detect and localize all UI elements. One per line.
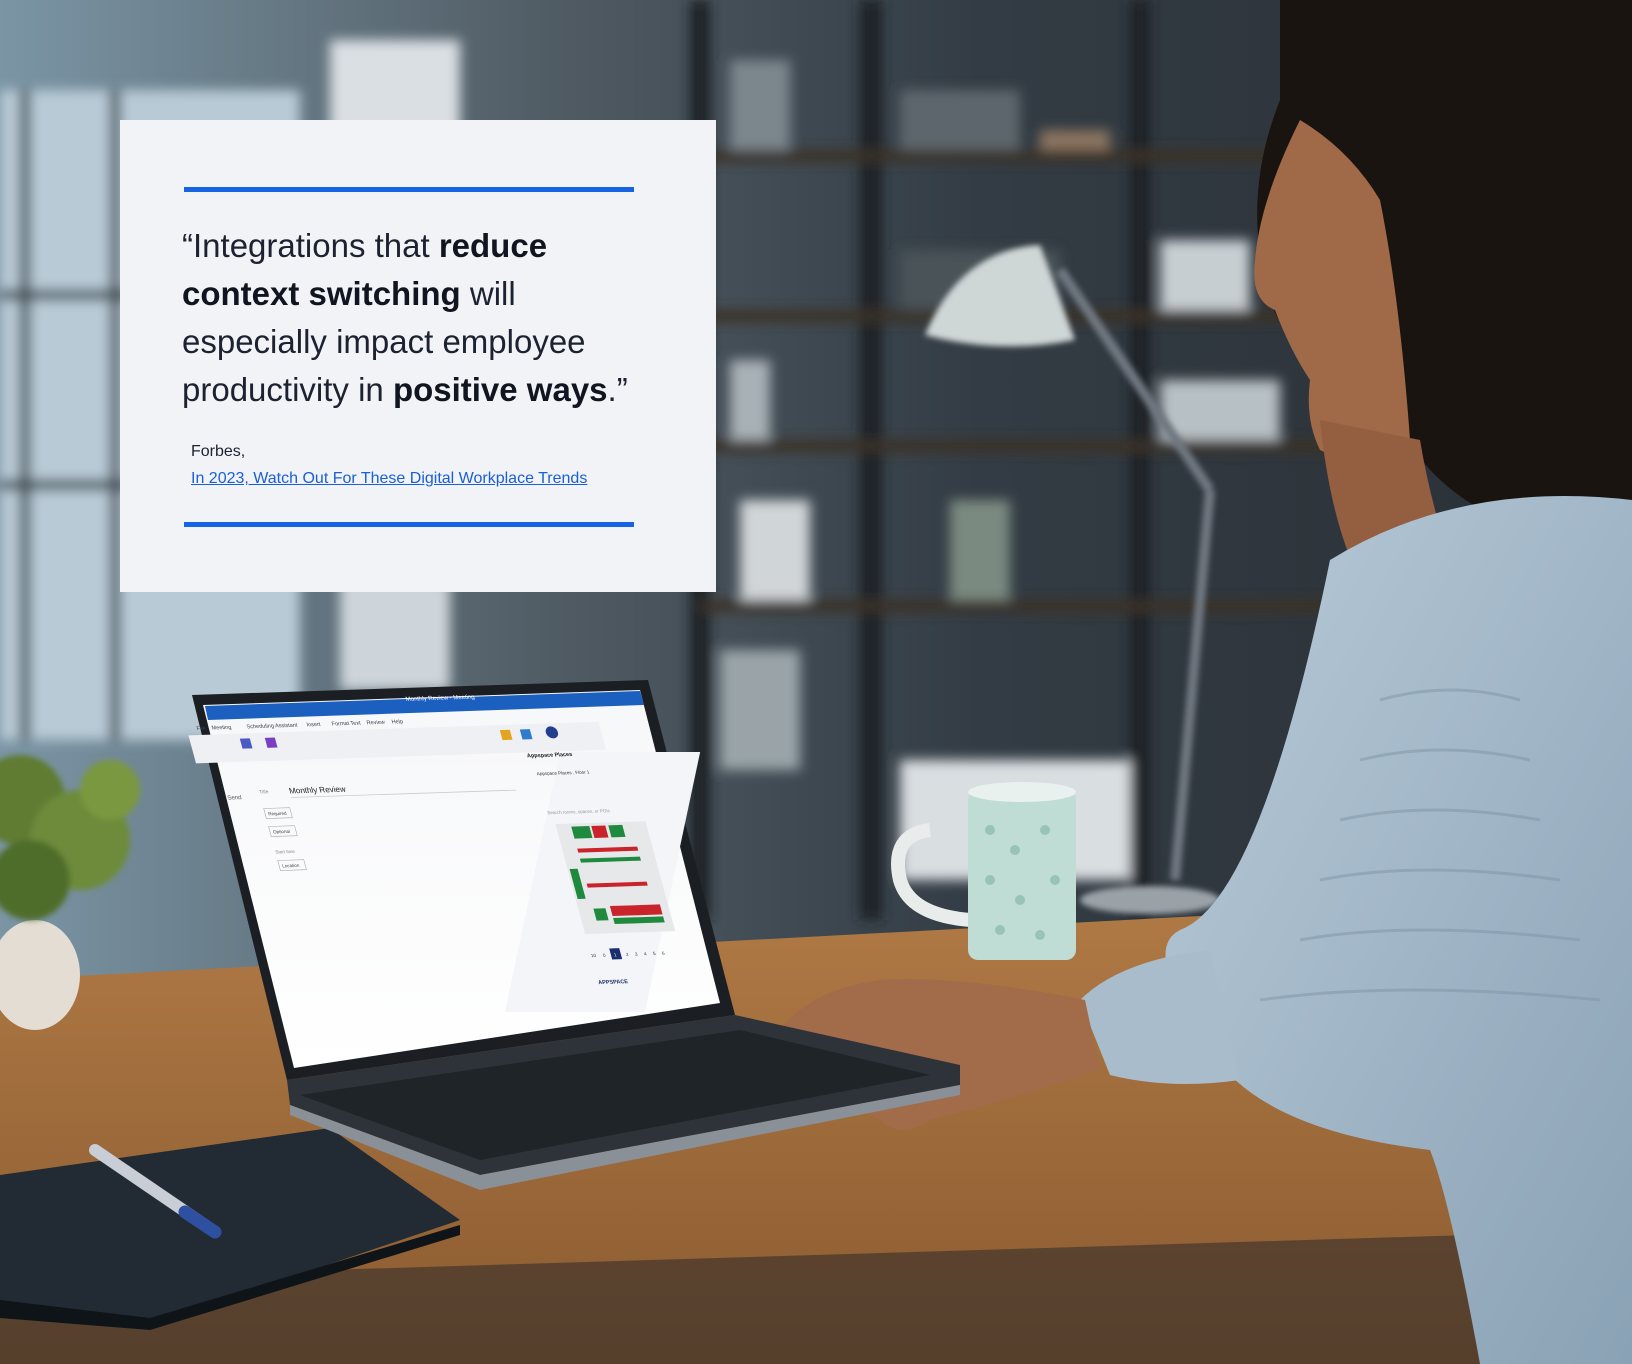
screen-floor-number: 2	[625, 952, 629, 957]
screen-title-label: Title	[259, 789, 270, 795]
screen-panel-floor: Appspace Places , Floor 1	[536, 770, 590, 777]
source-article-link[interactable]: In 2023, Watch Out For These Digital Wor…	[191, 470, 587, 487]
screen-floor-number: 3	[634, 952, 638, 957]
screen-title-value: Monthly Review	[288, 785, 347, 796]
screen-floor-number: 6	[661, 951, 665, 956]
screen-tab: File	[196, 726, 206, 732]
screen-tab: Scheduling Assistant	[246, 723, 299, 731]
screen-panel-title: Appspace Places	[526, 752, 573, 759]
screen-floor-selector: 10 0 1 2 3 4 5 6	[590, 948, 666, 960]
screen-floor-number: 4	[643, 951, 647, 956]
screen-location-label: Location	[282, 863, 301, 868]
screen-panel-search: Search rooms, spaces, or POIs	[547, 808, 611, 815]
screen-window-title: Monthly Review - Meeting	[405, 694, 476, 703]
screen-floor-number: 5	[652, 951, 656, 956]
quote-text: “Integrations that reduce context switch…	[182, 222, 652, 414]
quote-top-rule	[184, 187, 634, 192]
screen-tab: Meeting	[211, 725, 232, 732]
screen-tab: Insert	[306, 722, 322, 728]
screen-optional-label: Optional	[272, 829, 290, 834]
screen-floor-number: 10	[590, 953, 597, 958]
screen-brand: APPSPACE	[598, 979, 630, 986]
screen-required-label: Required	[268, 811, 288, 817]
screen-send-label: Send	[227, 794, 243, 801]
screen-floorplan	[555, 821, 676, 935]
quote-part-1: Integrations that	[193, 227, 439, 264]
quote-bottom-rule	[184, 522, 634, 527]
source-publisher: Forbes,	[191, 443, 246, 460]
quote-open-mark: “	[182, 227, 193, 264]
screen-floor-number: 0	[602, 953, 606, 958]
quote-close-mark: ”	[616, 371, 628, 408]
quote-source: Forbes, In 2023, Watch Out For These Dig…	[191, 438, 587, 492]
quote-bold-2: positive ways	[392, 371, 608, 408]
quote-part-3: .	[607, 371, 617, 408]
quote-card: “Integrations that reduce context switch…	[120, 120, 716, 592]
screen-tab: Format Text	[331, 721, 362, 728]
screen-tab: Help	[391, 719, 404, 725]
screen-tab: Review	[366, 720, 387, 727]
screen-start-label: Start time	[275, 849, 296, 855]
